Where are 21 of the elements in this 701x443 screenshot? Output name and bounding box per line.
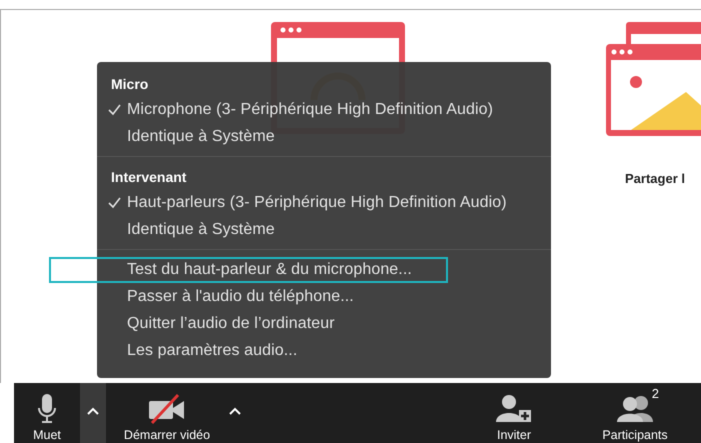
menu-item[interactable]: Microphone (3- Périphérique High Definition Audio) <box>127 100 494 118</box>
add-person-icon <box>495 394 533 424</box>
menu-item[interactable]: Test du haut-parleur & du microphone... <box>127 260 412 278</box>
options-caret-button[interactable] <box>80 383 106 443</box>
menu-item[interactable]: Quitter l’audio de l’ordinateur <box>127 314 335 332</box>
caret-icon <box>86 407 100 416</box>
menu-section-header: Intervenant <box>110 168 188 187</box>
video-button[interactable]: Démarrer vidéo <box>112 383 222 443</box>
microphone-icon <box>37 394 57 424</box>
menu-item[interactable]: Identique à Système <box>127 128 275 146</box>
participant-count: 2 <box>652 386 659 401</box>
menu-item[interactable]: Passer à l'audio du téléphone... <box>127 288 354 306</box>
menu-item[interactable]: Haut-parleurs (3- Périphérique High Definition Audio) <box>127 194 507 212</box>
menu-item[interactable]: Identique à Système <box>127 220 275 238</box>
menu-section-header: Micro <box>110 75 150 94</box>
caret-icon <box>228 407 242 416</box>
menu-item[interactable]: Les paramètres audio... <box>127 342 298 360</box>
invite-button[interactable]: Inviter <box>479 383 549 443</box>
participants-button[interactable]: 2 Participants <box>587 383 683 443</box>
mic-button[interactable]: Muet <box>14 383 80 443</box>
share-label: Partager l <box>625 171 685 186</box>
